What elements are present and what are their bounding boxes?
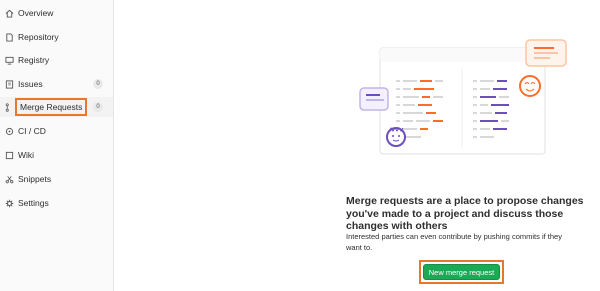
monitor-icon — [4, 55, 14, 65]
empty-state-title: Merge requests are a place to propose ch… — [346, 195, 584, 232]
sidebar-item-wiki[interactable]: Wiki — [0, 145, 113, 165]
sidebar-item-snippets[interactable]: Snippets — [0, 169, 113, 189]
sidebar-item-label: Merge Requests — [15, 98, 88, 116]
sidebar-item-ci-cd[interactable]: CI / CD — [0, 121, 113, 141]
sidebar-item-issues[interactable]: Issues 0 — [0, 74, 113, 94]
merge-requests-count-badge: 0 — [93, 102, 103, 112]
sidebar-item-label: Repository — [18, 32, 59, 42]
sidebar-item-registry[interactable]: Registry — [0, 50, 113, 70]
issues-icon — [4, 79, 14, 89]
rocket-icon — [4, 126, 14, 136]
sidebar-item-merge-requests[interactable]: Merge Requests 0 — [0, 97, 113, 117]
empty-state-description: Interested parties can even contribute b… — [346, 232, 562, 252]
sidebar-item-label: Settings — [18, 198, 49, 208]
book-icon — [4, 150, 14, 160]
home-icon — [4, 8, 14, 18]
sidebar-item-label: Issues — [18, 79, 43, 89]
sidebar-item-repository[interactable]: Repository — [0, 27, 113, 47]
sidebar-item-overview[interactable]: Overview — [0, 3, 113, 23]
sidebar-item-label: Wiki — [18, 150, 35, 160]
sidebar-item-label: CI / CD — [18, 126, 46, 136]
sidebar-item-label: Snippets — [18, 174, 52, 184]
merge-request-icon — [4, 102, 14, 112]
sidebar: Overview Repository Registry Issues 0 Me… — [0, 0, 114, 291]
illustration-overlay — [359, 39, 567, 155]
issues-count-badge: 0 — [93, 79, 103, 89]
new-merge-request-button-highlight: New merge request — [419, 260, 504, 284]
doc-icon — [4, 32, 14, 42]
sidebar-item-label: Registry — [18, 55, 50, 65]
sidebar-item-settings[interactable]: Settings — [0, 193, 113, 213]
sidebar-item-label: Overview — [18, 8, 54, 18]
scissors-icon — [4, 174, 14, 184]
new-merge-request-button[interactable]: New merge request — [423, 264, 500, 280]
gear-icon — [4, 198, 14, 208]
